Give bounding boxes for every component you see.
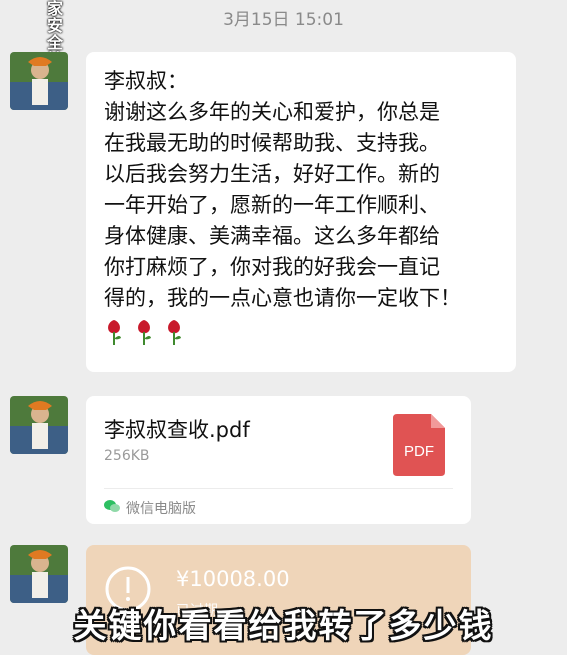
divider [104,488,453,489]
rose-icon [134,318,154,346]
pdf-icon-label: PDF [404,443,434,460]
message-line: 一年开始了，愿新的一年工作顺利、 [104,193,440,217]
file-name: 李叔叔查收.pdf [104,418,250,442]
chat-timestamp: 3月15日 15:01 [223,10,344,30]
message-bubble[interactable]: 李叔叔： 谢谢这么多年的关心和爱护，你总是 在我最无助的时候帮助我、支持我。 以… [86,52,516,372]
message-line: 你打麻烦了，你对我的好我会一直记 [104,255,440,279]
avatar-photo-icon [10,545,68,603]
avatar-photo-icon [10,396,68,454]
message-line: 身体健康、美满幸福。这么多年都给 [104,224,440,248]
rose-icon [104,318,124,346]
rose-icon [164,318,184,346]
message-line: 以后我会努力生活，好好工作。新的 [104,162,440,186]
avatar-photo-icon [10,52,68,110]
file-message-card[interactable]: 李叔叔查收.pdf 256KB PDF 微信电脑版 [86,396,471,524]
avatar[interactable] [10,52,68,110]
avatar[interactable] [10,545,68,603]
video-subtitle: 关键你看看给我转了多少钱 [73,606,494,645]
message-line: 谢谢这么多年的关心和爱护，你总是 [104,100,440,124]
file-size: 256KB [104,448,150,464]
message-line: 得的，我的一点心意也请你一定收下！ [104,286,461,310]
wechat-icon [104,499,120,517]
pdf-file-icon: PDF [393,414,445,480]
message-line: 李叔叔： [104,69,188,93]
file-source-label: 微信电脑版 [126,501,196,517]
transfer-amount: ¥10008.00 [176,567,290,591]
file-source: 微信电脑版 [104,498,196,518]
message-line: 在我最无助的时候帮助我、支持我。 [104,131,440,155]
avatar[interactable] [10,396,68,454]
